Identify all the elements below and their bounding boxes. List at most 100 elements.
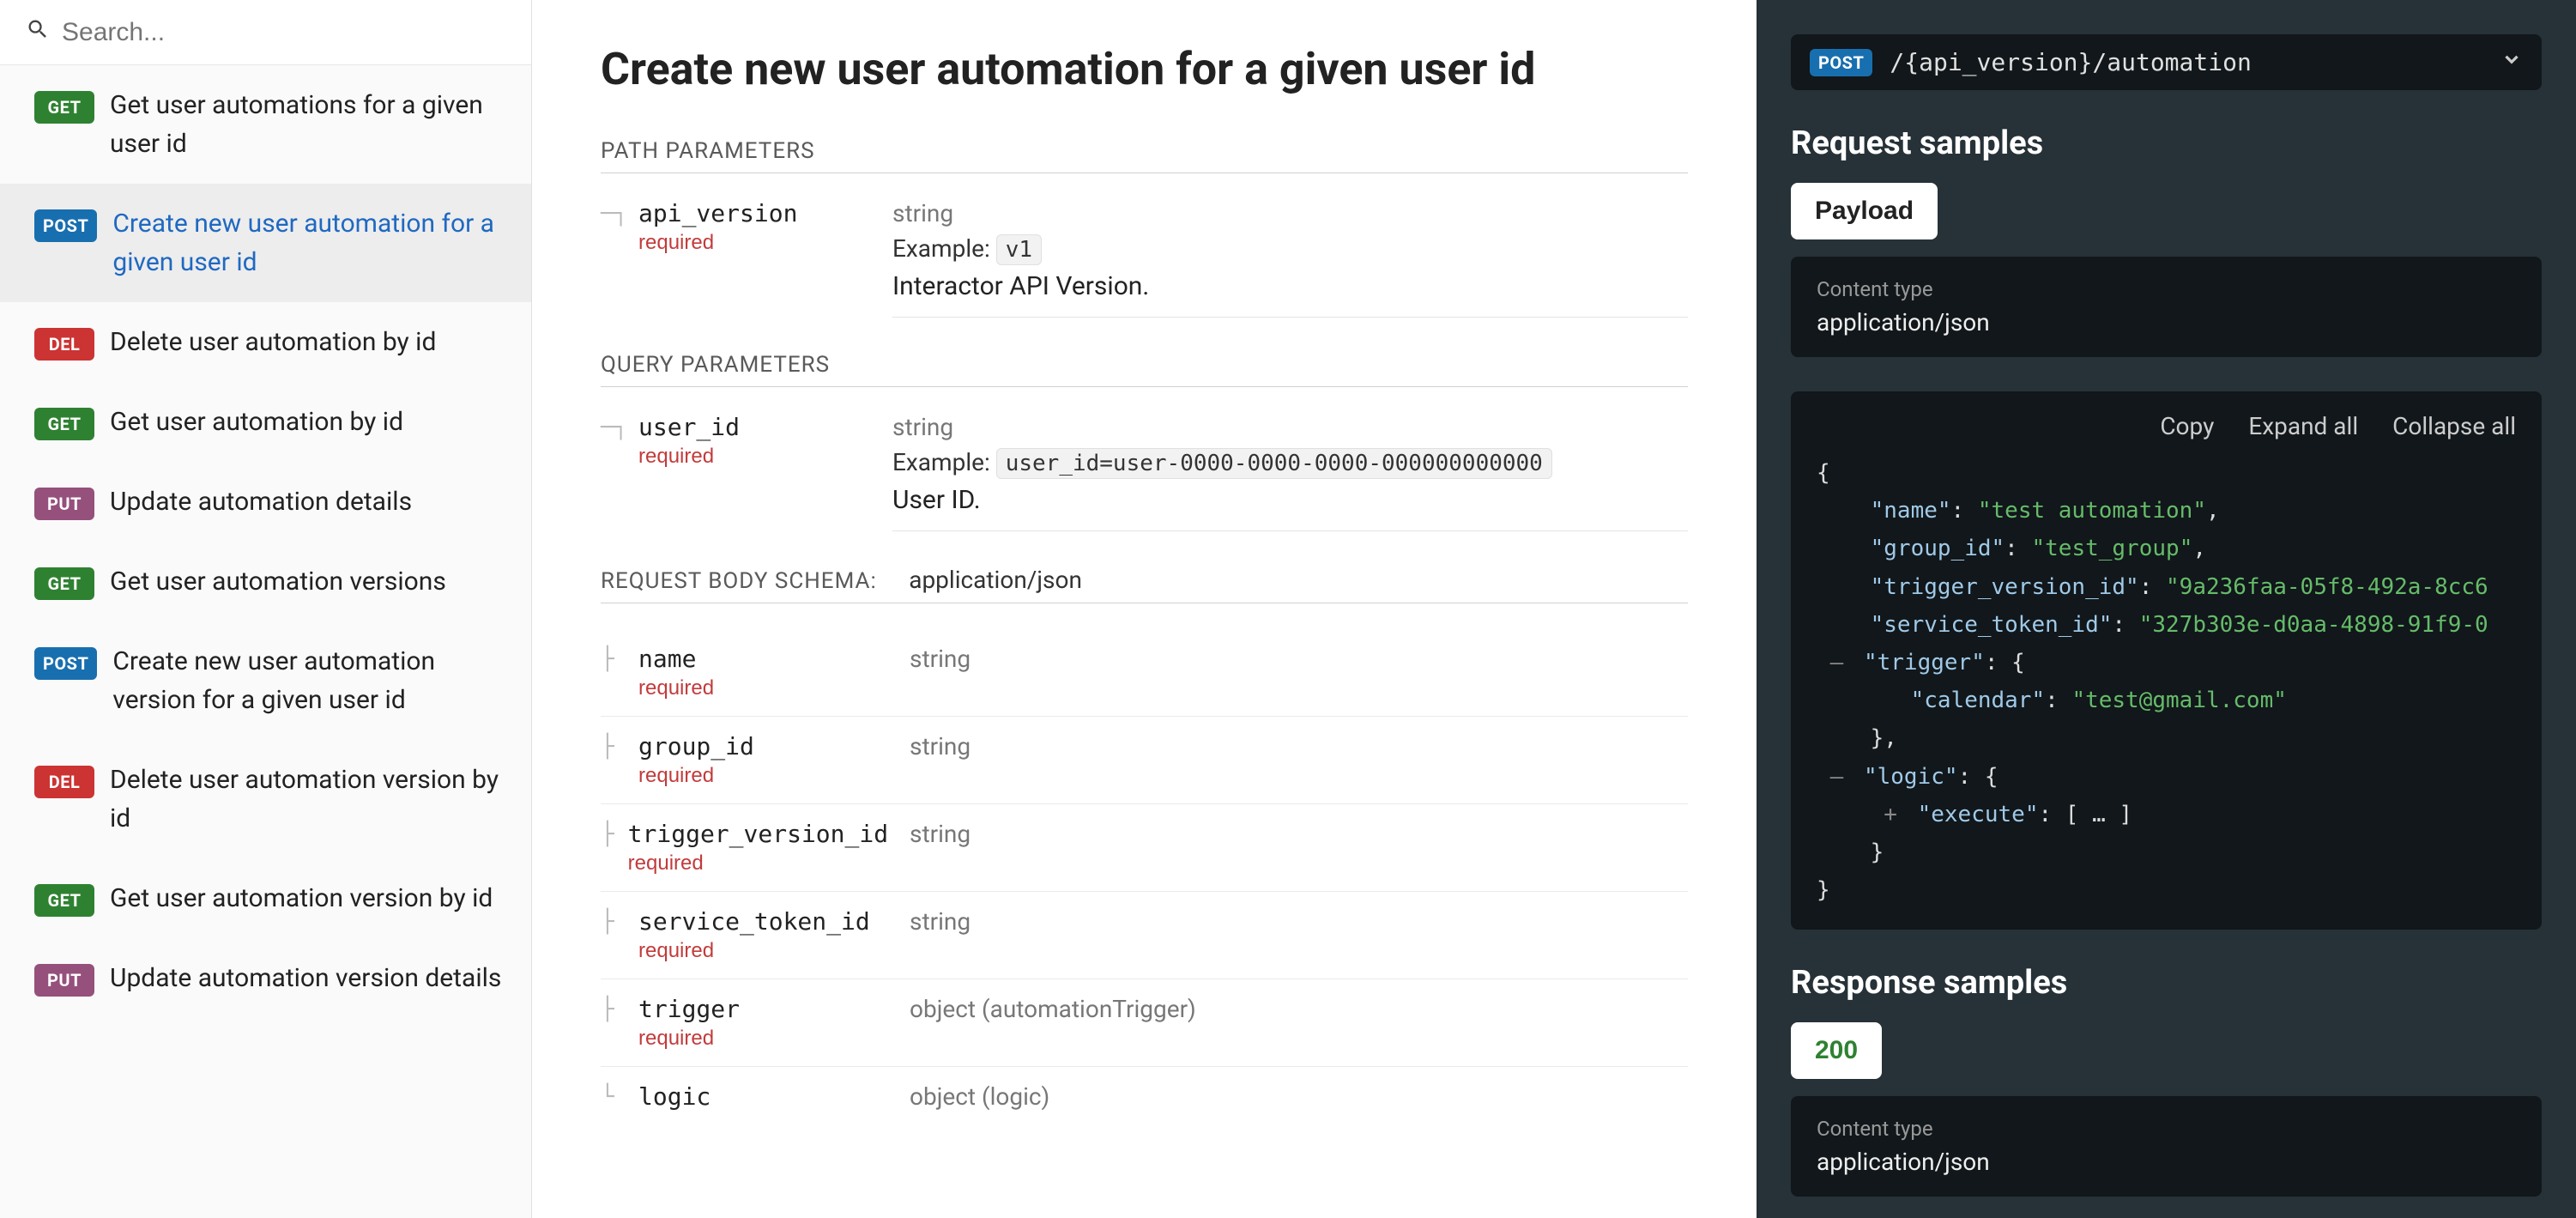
sidebar-item-delete-version[interactable]: DEL Delete user automation version by id xyxy=(0,740,531,858)
endpoint-path: /{api_version}/automation xyxy=(1890,48,2483,76)
content-type-value: application/json xyxy=(1817,308,2516,336)
tree-mark-icon: ├ xyxy=(601,645,625,672)
param-type: object (logic) xyxy=(910,1082,1049,1111)
param-name: logic xyxy=(638,1082,711,1111)
tree-mark-icon: ─┐ xyxy=(601,199,625,227)
json-sample: { "name": "test automation", "group_id":… xyxy=(1817,454,2516,909)
required-label: required xyxy=(638,676,714,700)
method-badge: POST xyxy=(34,209,97,242)
param-desc: User ID. xyxy=(892,485,1688,531)
tree-mark-icon: ─┐ xyxy=(601,413,625,440)
required-label: required xyxy=(638,939,870,963)
sidebar-item-update-version[interactable]: PUT Update automation version details xyxy=(0,938,531,1018)
tree-mark-icon: ├ xyxy=(601,995,625,1022)
main-content: Create new user automation for a given u… xyxy=(532,0,1757,1218)
required-label: required xyxy=(638,1027,740,1051)
samples-panel: POST /{api_version}/automation Request s… xyxy=(1757,0,2576,1218)
method-badge: GET xyxy=(34,91,94,124)
content-type-card: Content type application/json xyxy=(1791,257,2542,357)
sidebar-item-get-versions[interactable]: GET Get user automation versions xyxy=(0,542,531,621)
endpoint-label: Update automation version details xyxy=(110,959,505,997)
schema-row[interactable]: ├ service_token_id required string xyxy=(601,892,1688,979)
query-param-row: ─┐ user_id required string Example: user… xyxy=(601,413,1688,531)
path-param-row: ─┐ api_version required string Example: … xyxy=(601,199,1688,318)
chevron-down-icon xyxy=(2500,48,2523,76)
schema-row[interactable]: ├trigger_version_idrequired string xyxy=(601,804,1688,892)
method-badge: PUT xyxy=(34,964,94,997)
path-parameters-head: PATH PARAMETERS xyxy=(601,138,1688,173)
response-200-tab[interactable]: 200 xyxy=(1791,1022,1882,1079)
param-name: trigger xyxy=(638,995,740,1023)
query-parameters-head: QUERY PARAMETERS xyxy=(601,352,1688,387)
content-type-label: Content type xyxy=(1817,277,2516,301)
endpoint-label: Get user automations for a given user id xyxy=(110,86,505,163)
param-example: Example: user_id=user-0000-0000-0000-000… xyxy=(892,448,1688,476)
method-badge: POST xyxy=(1810,49,1872,76)
param-type: string xyxy=(910,820,971,848)
param-name: trigger_version_id xyxy=(628,820,888,848)
schema-row[interactable]: └ logic object (logic) xyxy=(601,1067,1688,1126)
page-title: Create new user automation for a given u… xyxy=(601,43,1688,95)
param-name: service_token_id xyxy=(638,907,870,936)
method-badge: GET xyxy=(34,408,94,440)
param-example: Example: v1 xyxy=(892,234,1688,263)
content-type-label: Content type xyxy=(1817,1117,2516,1141)
param-type: string xyxy=(910,907,971,936)
sidebar-item-get-version[interactable]: GET Get user automation version by id xyxy=(0,858,531,938)
schema-row[interactable]: ├ trigger required object (automationTrigg… xyxy=(601,979,1688,1067)
schema-row[interactable]: ├namerequired string xyxy=(601,629,1688,717)
param-name: user_id xyxy=(638,413,740,441)
sidebar-item-delete-automation[interactable]: DEL Delete user automation by id xyxy=(0,302,531,382)
param-type: string xyxy=(910,645,971,673)
param-type: string xyxy=(910,732,971,760)
method-badge: GET xyxy=(34,884,94,917)
payload-tab[interactable]: Payload xyxy=(1791,183,1938,239)
endpoint-pill[interactable]: POST /{api_version}/automation xyxy=(1791,34,2542,90)
sidebar-item-get-automations[interactable]: GET Get user automations for a given use… xyxy=(0,65,531,184)
example-code: user_id=user-0000-0000-0000-000000000000 xyxy=(996,448,1552,479)
request-samples-head: Request samples xyxy=(1791,124,2542,162)
search-icon xyxy=(26,17,50,47)
tree-mark-icon: ├ xyxy=(601,732,625,760)
method-badge: DEL xyxy=(34,328,94,361)
endpoint-label: Delete user automation by id xyxy=(110,323,505,361)
method-badge: GET xyxy=(34,567,94,600)
param-name: api_version xyxy=(638,199,797,227)
param-type: string xyxy=(892,413,1688,441)
sidebar-item-get-automation[interactable]: GET Get user automation by id xyxy=(0,382,531,462)
sidebar-item-create-automation[interactable]: POST Create new user automation for a gi… xyxy=(0,184,531,302)
endpoint-label: Get user automation by id xyxy=(110,403,505,441)
search-bar xyxy=(0,0,531,65)
json-sample-card: Copy Expand all Collapse all { "name": "… xyxy=(1791,391,2542,930)
expand-all-button[interactable]: Expand all xyxy=(2248,412,2358,440)
endpoint-label: Delete user automation version by id xyxy=(110,760,505,838)
tree-mark-icon: ├ xyxy=(601,907,625,935)
collapse-all-button[interactable]: Collapse all xyxy=(2392,412,2516,440)
example-label: Example: xyxy=(892,448,990,476)
body-schema-ct: application/json xyxy=(909,566,1082,594)
required-label: required xyxy=(638,445,740,469)
endpoint-label: Get user automation versions xyxy=(110,562,505,601)
body-schema-head: REQUEST BODY SCHEMA: application/json xyxy=(601,566,1688,603)
response-content-type-card: Content type application/json xyxy=(1791,1096,2542,1197)
method-badge: DEL xyxy=(34,766,94,798)
schema-row[interactable]: ├group_idrequired string xyxy=(601,717,1688,804)
sidebar: GET Get user automations for a given use… xyxy=(0,0,532,1218)
tree-mark-icon: ├ xyxy=(601,820,614,847)
endpoint-label: Get user automation version by id xyxy=(110,879,505,918)
sidebar-item-create-version[interactable]: POST Create new user automation version … xyxy=(0,621,531,740)
search-input[interactable] xyxy=(62,18,505,47)
copy-button[interactable]: Copy xyxy=(2160,412,2214,440)
body-schema-label: REQUEST BODY SCHEMA: xyxy=(601,568,877,594)
example-code: v1 xyxy=(996,234,1042,265)
endpoint-label: Update automation details xyxy=(110,482,505,521)
code-actions: Copy Expand all Collapse all xyxy=(1817,412,2516,440)
endpoint-label: Create new user automation version for a… xyxy=(112,642,505,719)
param-name: group_id xyxy=(638,732,754,760)
tree-mark-icon: └ xyxy=(601,1082,625,1110)
required-label: required xyxy=(638,231,797,255)
sidebar-item-update-automation[interactable]: PUT Update automation details xyxy=(0,462,531,542)
sidebar-list: GET Get user automations for a given use… xyxy=(0,65,531,1218)
param-type: object (automationTrigger) xyxy=(910,995,1196,1023)
method-badge: POST xyxy=(34,647,97,680)
